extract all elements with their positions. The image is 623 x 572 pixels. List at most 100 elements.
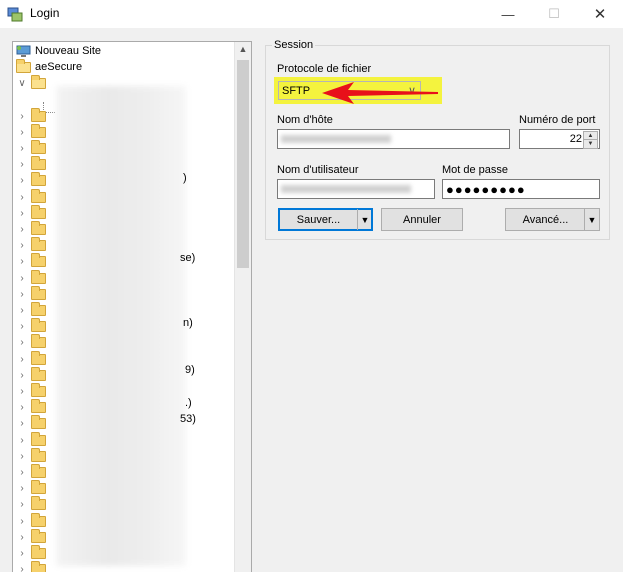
redacted-host [281,135,391,143]
tree-label-fragment: 53) [180,413,196,425]
chevron-right-icon[interactable]: › [17,111,27,122]
folder-icon [31,399,46,414]
chevron-right-icon[interactable]: › [17,273,27,284]
tree-item-folder[interactable]: › [17,253,46,270]
tree-item-folder[interactable]: › [17,139,46,156]
host-label: Nom d'hôte [277,114,333,126]
new-site-label: Nouveau Site [35,45,102,57]
tree-item-folder[interactable]: › [17,463,46,480]
advanced-dropdown-arrow-icon[interactable]: ▼ [584,209,599,230]
chevron-right-icon[interactable]: › [17,467,27,478]
advanced-button-label: Avancé... [522,213,569,226]
chevron-down-icon[interactable]: ∨ [17,78,27,89]
folder-icon [31,463,46,478]
chevron-right-icon[interactable]: › [17,224,27,235]
password-input[interactable]: ●●●●●●●●● [442,179,600,199]
tree-item-folder[interactable]: › [17,382,46,399]
scroll-thumb[interactable] [237,60,249,268]
password-label: Mot de passe [442,164,509,176]
spin-down-icon[interactable]: ▼ [583,139,598,149]
folder-icon [31,285,46,300]
folder-icon [31,204,46,219]
tree-item-folder[interactable]: › [17,156,46,173]
minimize-button[interactable]: — [485,0,531,28]
folder-icon [31,382,46,397]
chevron-right-icon[interactable]: › [17,289,27,300]
folder-icon [31,431,46,446]
tree-item-new-site[interactable]: Nouveau Site [16,43,101,59]
tree-item-folder[interactable]: › [17,544,46,561]
tree-item-folder[interactable]: › [17,220,46,237]
chevron-right-icon[interactable]: › [17,483,27,494]
chevron-right-icon[interactable]: › [17,159,27,170]
tree-item-folder[interactable]: › [17,447,46,464]
chevron-right-icon[interactable]: › [17,305,27,316]
folder-icon [31,237,46,252]
chevron-right-icon[interactable]: › [17,418,27,429]
maximize-button[interactable]: ☐ [531,0,577,28]
protocol-value: SFTP [282,84,311,97]
tree-item-folder[interactable]: › [17,350,46,367]
chevron-right-icon[interactable]: › [17,354,27,365]
chevron-right-icon[interactable]: › [17,175,27,186]
cancel-button[interactable]: Annuler [381,208,463,231]
tree-item-folder[interactable]: › [17,301,46,318]
chevron-right-icon[interactable]: › [17,548,27,559]
tree-item-folder[interactable]: › [17,188,46,205]
chevron-right-icon[interactable]: › [17,256,27,267]
tree-item-folder[interactable]: › [17,172,46,189]
annotation-arrow [322,82,438,104]
chevron-right-icon[interactable]: › [17,143,27,154]
tree-item-folder[interactable]: › [17,107,46,124]
tree-item-folder[interactable]: › [17,399,46,416]
host-input[interactable] [277,129,510,149]
chevron-right-icon[interactable]: › [17,516,27,527]
tree-item-folder[interactable]: › [17,512,46,529]
chevron-right-icon[interactable]: › [17,402,27,413]
chevron-right-icon[interactable]: › [17,337,27,348]
site-tree[interactable]: ▲ Nouveau Site aeSecure ∨ › › › › › › › › › › › › › ›… [12,41,252,572]
chevron-right-icon[interactable]: › [17,127,27,138]
tree-item-folder[interactable]: › [17,204,46,221]
chevron-right-icon[interactable]: › [17,499,27,510]
tree-item-root-folder[interactable]: aeSecure [16,58,82,75]
tree-item-folder[interactable]: › [17,366,46,383]
chevron-right-icon[interactable]: › [17,192,27,203]
tree-item-folder[interactable]: › [17,415,46,432]
tree-scrollbar[interactable]: ▲ [234,42,251,572]
folder-icon [31,220,46,235]
redacted-area [56,86,186,566]
folder-icon [31,253,46,268]
chevron-right-icon[interactable]: › [17,208,27,219]
close-button[interactable]: ✕ [577,0,623,28]
tree-item-folder[interactable]: › [17,496,46,513]
advanced-button[interactable]: Avancé... ▼ [505,208,600,231]
chevron-right-icon[interactable]: › [17,435,27,446]
tree-item-expanded-folder[interactable]: ∨ [17,74,46,91]
username-label: Nom d'utilisateur [277,164,359,176]
tree-item-folder[interactable]: › [17,269,46,286]
tree-item-folder[interactable]: › [17,561,46,572]
folder-icon [31,156,46,171]
chevron-right-icon[interactable]: › [17,321,27,332]
tree-item-folder[interactable]: › [17,528,46,545]
save-button[interactable]: Sauver... ▼ [278,208,373,231]
tree-item-folder[interactable]: › [17,285,46,302]
chevron-right-icon[interactable]: › [17,370,27,381]
port-stepper[interactable]: 22 ▲ ▼ [519,129,600,149]
tree-item-folder[interactable]: › [17,334,46,351]
chevron-right-icon[interactable]: › [17,451,27,462]
tree-item-folder[interactable]: › [17,123,46,140]
save-dropdown-arrow-icon[interactable]: ▼ [357,209,372,230]
tree-item-folder[interactable]: › [17,480,46,497]
folder-icon [31,415,46,430]
chevron-right-icon[interactable]: › [17,240,27,251]
scroll-up-icon[interactable]: ▲ [235,44,251,58]
chevron-right-icon[interactable]: › [17,532,27,543]
tree-item-folder[interactable]: › [17,318,46,335]
save-button-label: Sauver... [296,213,341,226]
tree-item-folder[interactable]: › [17,237,46,254]
username-input[interactable] [277,179,435,199]
tree-item-folder[interactable]: › [17,431,46,448]
chevron-right-icon[interactable]: › [17,386,27,397]
